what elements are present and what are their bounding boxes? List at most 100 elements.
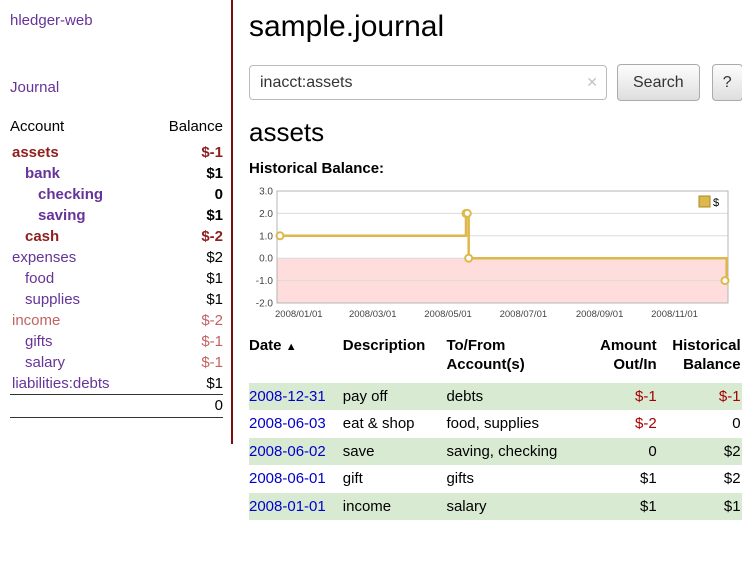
description-column-header: Description (343, 335, 447, 383)
register-description-cell: save (343, 438, 447, 466)
historical-balance-column-header: Historical Balance (659, 335, 742, 383)
account-balance: $2 (148, 247, 223, 268)
account-name-cell: income (10, 310, 148, 331)
account-row: supplies $1 (10, 289, 223, 310)
register-date-cell: 2008-12-31 (249, 383, 343, 411)
register-row[interactable]: 2008-06-02 savesaving, checking0$2 (249, 438, 742, 466)
account-link[interactable]: income (12, 312, 60, 329)
account-link[interactable]: supplies (25, 291, 80, 308)
svg-text:2008/11/01: 2008/11/01 (651, 309, 698, 320)
account-row: liabilities:debts $1 (10, 373, 223, 395)
svg-text:3.0: 3.0 (259, 187, 273, 198)
account-link[interactable]: cash (25, 228, 59, 245)
account-link[interactable]: bank (25, 165, 60, 182)
svg-text:$: $ (713, 197, 719, 209)
account-name-cell: liabilities:debts (10, 373, 148, 395)
account-link[interactable]: saving (38, 207, 86, 224)
register-description-cell: income (343, 493, 447, 521)
register-balance-cell: $1 (659, 493, 742, 521)
account-name-cell: cash (10, 226, 148, 247)
account-row: expenses $2 (10, 247, 223, 268)
account-row: salary $-1 (10, 352, 223, 373)
search-box: ✕ (249, 65, 607, 100)
balance-column-header: Balance (148, 116, 223, 142)
register-accounts-cell: salary (446, 493, 584, 521)
register-accounts-cell: gifts (446, 465, 584, 493)
chart-title: Historical Balance: (249, 160, 742, 177)
account-balance: $1 (148, 373, 223, 395)
register-amount-cell: 0 (585, 438, 659, 466)
search-button[interactable]: Search (617, 64, 700, 101)
account-link[interactable]: expenses (12, 249, 76, 266)
account-row: checking 0 (10, 184, 223, 205)
register-description-cell: gift (343, 465, 447, 493)
account-balance: $1 (148, 289, 223, 310)
register-row[interactable]: 2008-06-01giftgifts$1$2 (249, 465, 742, 493)
account-link[interactable]: assets (12, 144, 59, 161)
help-button[interactable]: ? (712, 64, 742, 101)
account-row: cash $-2 (10, 226, 223, 247)
clear-search-icon[interactable]: ✕ (586, 74, 598, 91)
account-balance: 0 (148, 184, 223, 205)
journal-link[interactable]: Journal (10, 79, 223, 96)
account-row: saving$1 (10, 205, 223, 226)
date-link[interactable]: 2008-06-02 (249, 443, 326, 460)
register-date-cell: 2008-06-01 (249, 465, 343, 493)
accounts-total-balance: 0 (148, 395, 223, 418)
account-row: bank$1 (10, 163, 223, 184)
register-table: Date ▲ Description To/From Account(s) Am… (249, 335, 742, 520)
page-title: sample.journal (249, 10, 742, 44)
date-link[interactable]: 2008-01-01 (249, 498, 326, 515)
account-name-cell: checking (10, 184, 148, 205)
account-name-cell: saving (10, 205, 148, 226)
register-row[interactable]: 2008-01-01incomesalary$1$1 (249, 493, 742, 521)
accounts-table: Account Balance assets$-1bank$1checking0… (10, 116, 223, 418)
sort-ascending-icon: ▲ (286, 341, 297, 353)
account-column-header: Account (10, 116, 148, 142)
register-balance-cell: $2 (659, 438, 742, 466)
account-link[interactable]: food (25, 270, 54, 287)
register-balance-cell: 0 (659, 410, 742, 438)
account-link[interactable]: checking (38, 186, 103, 203)
account-balance: $-1 (148, 331, 223, 352)
account-balance: $-2 (148, 226, 223, 247)
svg-text:2008/09/01: 2008/09/01 (576, 309, 624, 320)
search-input[interactable] (249, 65, 607, 100)
accounts-total-row: 0 (10, 395, 223, 418)
register-accounts-cell: saving, checking (446, 438, 584, 466)
date-link[interactable]: 2008-06-03 (249, 415, 326, 432)
account-link[interactable]: liabilities:debts (12, 375, 110, 392)
svg-text:-1.0: -1.0 (256, 276, 274, 287)
register-header-row: Date ▲ Description To/From Account(s) Am… (249, 335, 742, 383)
svg-text:1.0: 1.0 (259, 231, 273, 242)
account-name-cell: expenses (10, 247, 148, 268)
register-amount-cell: $-1 (585, 383, 659, 411)
account-link[interactable]: salary (25, 354, 65, 371)
accounts-total-spacer (10, 395, 148, 418)
account-balance: $-1 (148, 142, 223, 163)
svg-text:2008/03/01: 2008/03/01 (349, 309, 397, 320)
register-row[interactable]: 2008-06-03eat & shopfood, supplies$-20 (249, 410, 742, 438)
register-date-cell: 2008-06-03 (249, 410, 343, 438)
account-heading: assets (249, 117, 742, 148)
register-row[interactable]: 2008-12-31pay offdebts$-1$-1 (249, 383, 742, 411)
accounts-header-row: Account Balance (10, 116, 223, 142)
amount-column-header: Amount Out/In (585, 335, 659, 383)
account-link[interactable]: gifts (25, 333, 53, 350)
date-link[interactable]: 2008-06-01 (249, 470, 326, 487)
tofrom-accounts-column-header: To/From Account(s) (446, 335, 584, 383)
app-root: hledger-web Journal Account Balance asse… (0, 0, 742, 520)
account-row: assets $-1 (10, 142, 223, 163)
historical-balance-chart: 3.02.01.00.0-1.0-2.02008/01/012008/03/01… (249, 183, 734, 323)
register-accounts-cell: debts (446, 383, 584, 411)
account-balance: $-1 (148, 352, 223, 373)
register-description-cell: pay off (343, 383, 447, 411)
register-accounts-cell: food, supplies (446, 410, 584, 438)
account-name-cell: supplies (10, 289, 148, 310)
date-link[interactable]: 2008-12-31 (249, 388, 326, 405)
date-column-header[interactable]: Date ▲ (249, 335, 343, 383)
svg-text:2008/07/01: 2008/07/01 (500, 309, 548, 320)
sidebar: hledger-web Journal Account Balance asse… (0, 0, 233, 444)
app-title-link[interactable]: hledger-web (10, 12, 223, 29)
date-column-header-label: Date (249, 337, 282, 354)
